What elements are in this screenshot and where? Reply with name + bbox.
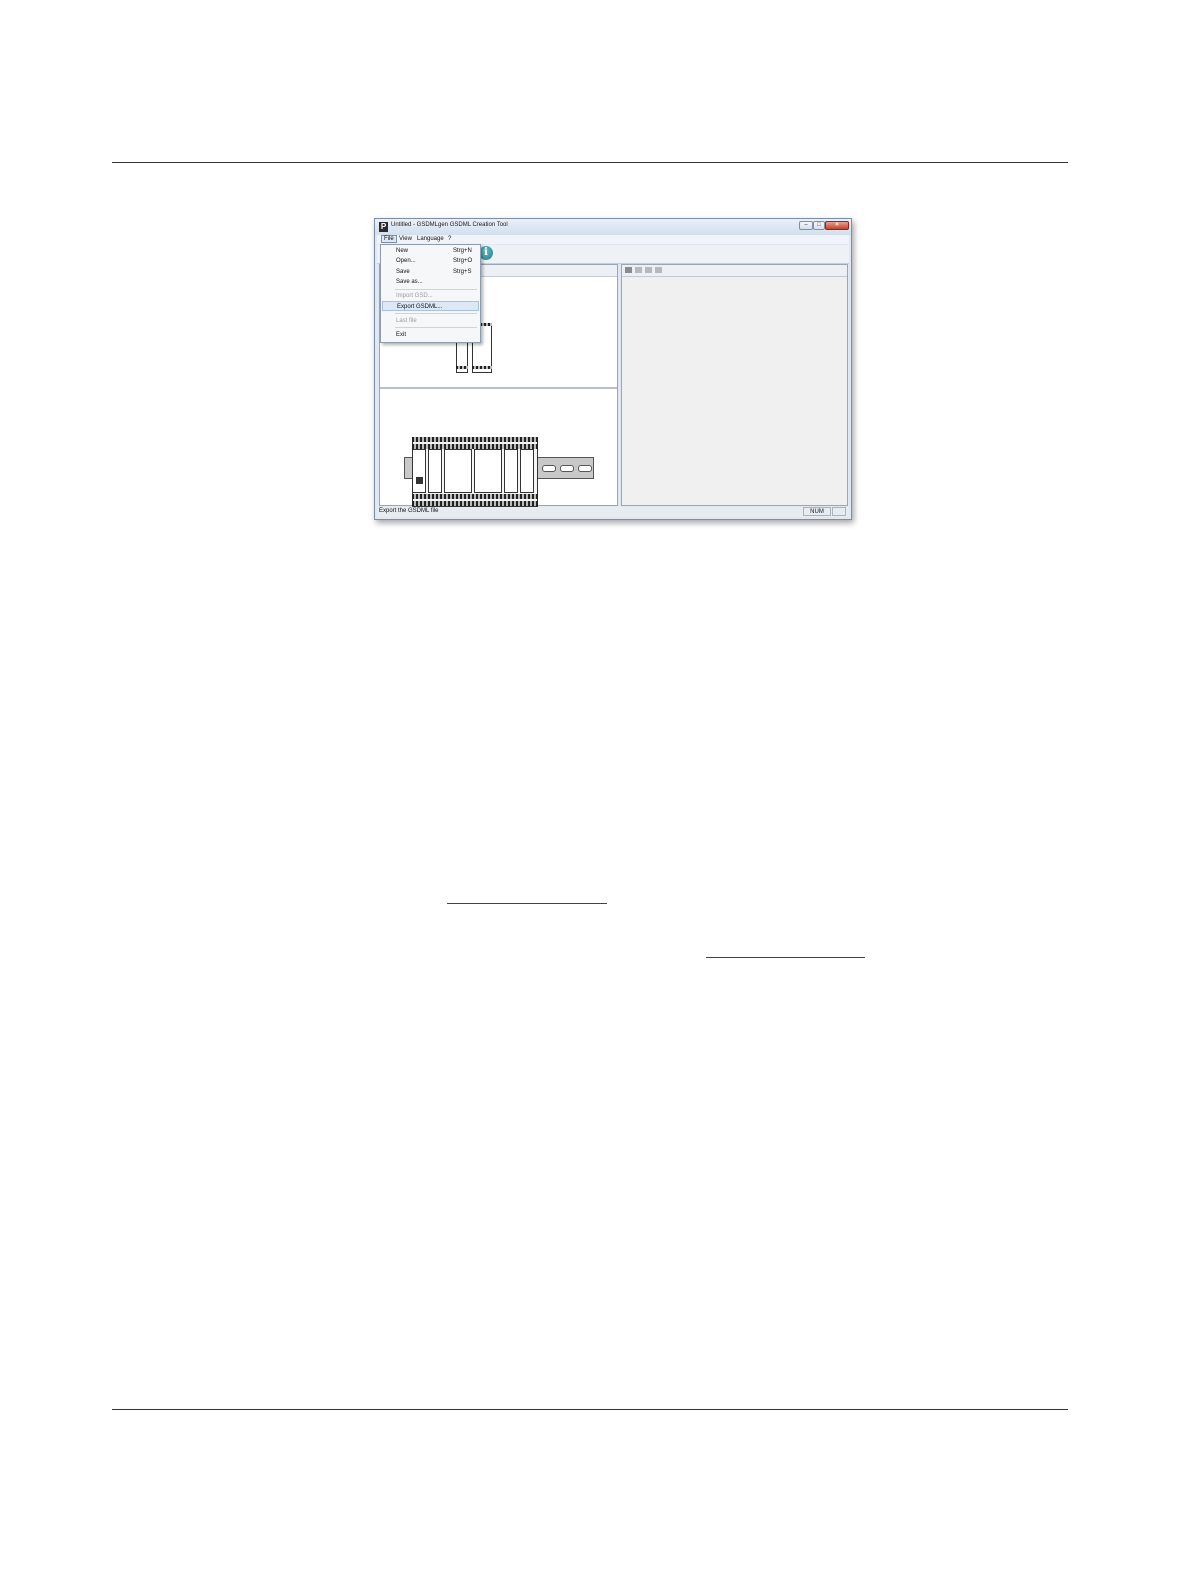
status-message: Export the GSDML file xyxy=(379,508,439,514)
menu-item-label: Exit xyxy=(396,332,407,338)
menu-help[interactable]: ? xyxy=(448,236,451,242)
file-menu-dropdown: New Strg+N Open... Strg+O Save Strg+S Sa… xyxy=(380,244,481,343)
io-module xyxy=(504,449,518,493)
properties-pane xyxy=(621,264,848,506)
close-icon: × xyxy=(835,222,839,228)
menu-language[interactable]: Language xyxy=(417,236,444,242)
io-module xyxy=(474,449,502,493)
menu-item-label: Export GSDML... xyxy=(397,304,443,310)
app-window: P Untitled - GSDMLgen GSDML Creation Too… xyxy=(374,218,852,520)
maximize-icon: □ xyxy=(817,222,821,228)
io-module xyxy=(428,449,442,493)
rail-slot xyxy=(578,465,592,472)
menu-item-last-file[interactable]: Last file xyxy=(382,316,479,326)
rail-slot xyxy=(560,465,574,472)
menu-item-label: Last file xyxy=(396,318,417,324)
menu-bar: File View Language ? xyxy=(377,235,849,244)
menu-file[interactable]: File xyxy=(381,235,397,243)
rail-slot xyxy=(542,465,556,472)
terminal-strip xyxy=(412,494,538,499)
menu-item-import-gsd[interactable]: Import GSD... xyxy=(382,291,479,301)
minimize-icon: – xyxy=(804,222,808,228)
io-module xyxy=(444,449,472,493)
pane-splitter[interactable] xyxy=(380,387,617,389)
menu-separator xyxy=(395,289,477,290)
menu-item-new[interactable]: New Strg+N xyxy=(382,246,479,256)
footer-rule xyxy=(112,1409,1068,1410)
terminal-strip xyxy=(456,366,468,369)
menu-item-label: Save as... xyxy=(396,279,423,285)
terminal-strip xyxy=(412,501,538,506)
menu-item-label: Import GSD... xyxy=(396,293,433,299)
menu-view[interactable]: View xyxy=(399,236,412,242)
menu-separator xyxy=(395,313,477,314)
terminal-strip xyxy=(472,366,492,369)
info-icon[interactable]: i xyxy=(479,246,493,260)
status-bar: Export the GSDML file NUM xyxy=(377,507,849,517)
menu-item-label: New xyxy=(396,248,409,254)
terminal-strip xyxy=(412,437,538,442)
title-bar: P Untitled - GSDMLgen GSDML Creation Too… xyxy=(375,219,851,235)
hyperlink-underline[interactable] xyxy=(706,957,865,958)
properties-pane-toolbar xyxy=(622,265,847,277)
header-rule xyxy=(112,162,1068,163)
menu-item-save[interactable]: Save Strg+S xyxy=(382,267,479,277)
menu-separator xyxy=(395,327,477,328)
close-button[interactable]: × xyxy=(825,221,849,230)
num-lock-indicator: NUM xyxy=(803,507,831,516)
status-cell-empty xyxy=(832,507,846,516)
menu-item-label: Save xyxy=(396,269,410,275)
hyperlink-underline[interactable] xyxy=(447,903,607,904)
view-details-icon[interactable] xyxy=(655,267,662,273)
window-title: Untitled - GSDMLgen GSDML Creation Tool xyxy=(391,222,508,228)
menu-item-label: Open... xyxy=(396,258,416,264)
network-port-icon xyxy=(416,477,423,484)
maximize-button[interactable]: □ xyxy=(813,221,825,230)
view-list-icon[interactable] xyxy=(645,267,652,273)
view-small-icons-icon[interactable] xyxy=(635,267,642,273)
menu-item-shortcut: Strg+N xyxy=(453,248,472,254)
menu-item-export-gsdml[interactable]: Export GSDML... xyxy=(382,301,479,311)
menu-item-open[interactable]: Open... Strg+O xyxy=(382,256,479,266)
menu-item-save-as[interactable]: Save as... xyxy=(382,277,479,287)
menu-item-shortcut: Strg+O xyxy=(453,258,473,264)
app-icon: P xyxy=(379,222,388,232)
view-large-icons-icon[interactable] xyxy=(625,267,632,273)
bus-coupler-module xyxy=(412,449,426,493)
minimize-button[interactable]: – xyxy=(799,221,813,230)
menu-item-exit[interactable]: Exit xyxy=(382,330,479,340)
io-module xyxy=(520,449,534,493)
menu-item-shortcut: Strg+S xyxy=(453,269,472,275)
